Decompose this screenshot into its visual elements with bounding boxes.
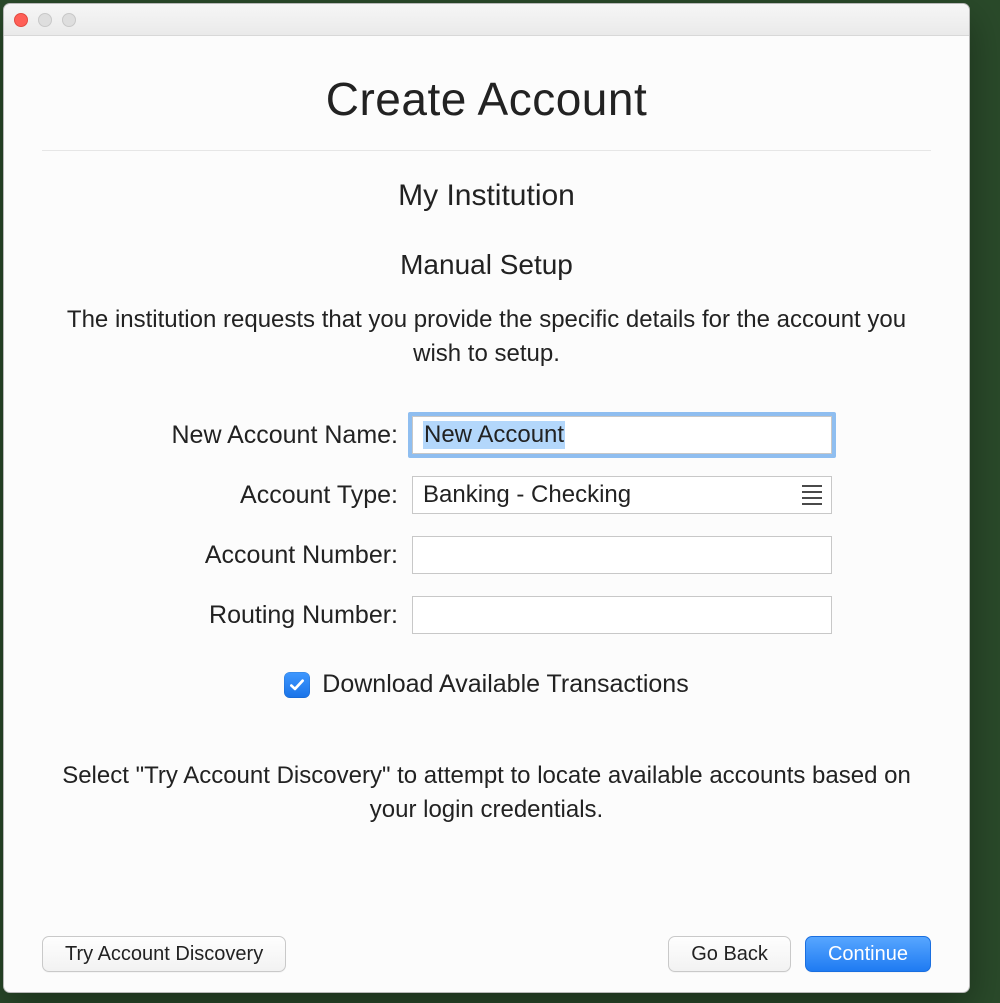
account-form: New Account Name: New Account Account Ty… [42, 416, 931, 634]
account-number-field[interactable] [412, 536, 832, 574]
account-name-field[interactable]: New Account [412, 416, 832, 454]
try-account-discovery-button[interactable]: Try Account Discovery [42, 936, 286, 972]
button-row: Try Account Discovery Go Back Continue [42, 936, 931, 972]
account-type-value: Banking - Checking [423, 481, 631, 509]
dialog-content: Create Account My Institution Manual Set… [4, 36, 969, 992]
divider [42, 150, 931, 151]
menu-icon[interactable] [799, 485, 825, 505]
check-icon [288, 676, 306, 694]
close-icon[interactable] [14, 13, 28, 27]
download-transactions-checkbox[interactable] [284, 672, 310, 698]
dialog-window: Create Account My Institution Manual Set… [3, 3, 970, 993]
account-number-label: Account Number: [42, 541, 412, 570]
page-title: Create Account [42, 72, 931, 126]
routing-number-field[interactable] [412, 596, 832, 634]
go-back-button[interactable]: Go Back [668, 936, 791, 972]
maximize-icon[interactable] [62, 13, 76, 27]
account-type-field[interactable]: Banking - Checking [412, 476, 832, 514]
discovery-description: Select "Try Account Discovery" to attemp… [62, 759, 911, 826]
download-transactions-row: Download Available Transactions [42, 670, 931, 699]
download-transactions-label: Download Available Transactions [322, 670, 688, 699]
routing-number-label: Routing Number: [42, 601, 412, 630]
institution-name: My Institution [42, 179, 931, 213]
account-name-label: New Account Name: [42, 421, 412, 450]
account-type-label: Account Type: [42, 481, 412, 510]
section-description: The institution requests that you provid… [52, 303, 921, 370]
account-name-value: New Account [423, 421, 565, 449]
continue-button[interactable]: Continue [805, 936, 931, 972]
minimize-icon[interactable] [38, 13, 52, 27]
section-title: Manual Setup [42, 249, 931, 281]
titlebar [4, 4, 969, 36]
